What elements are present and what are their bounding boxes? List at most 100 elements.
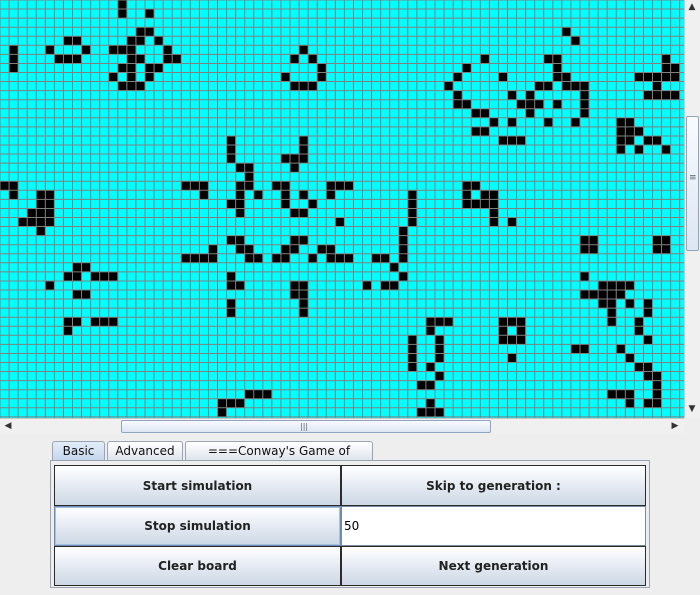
live-cell[interactable] <box>471 126 481 136</box>
live-cell[interactable] <box>453 72 463 82</box>
live-cell[interactable] <box>425 398 435 408</box>
live-cell[interactable] <box>145 72 155 82</box>
live-cell[interactable] <box>570 81 580 91</box>
live-cell[interactable] <box>516 317 526 327</box>
live-cell[interactable] <box>135 27 145 37</box>
live-cell[interactable] <box>108 72 118 82</box>
live-cell[interactable] <box>299 299 309 309</box>
live-cell[interactable] <box>299 81 309 91</box>
live-cell[interactable] <box>280 154 290 164</box>
live-cell[interactable] <box>335 253 345 263</box>
live-cell[interactable] <box>299 135 309 145</box>
live-cell[interactable] <box>45 190 55 200</box>
live-cell[interactable] <box>507 90 517 100</box>
live-cell[interactable] <box>317 63 327 73</box>
live-cell[interactable] <box>99 317 109 327</box>
live-cell[interactable] <box>407 217 417 227</box>
live-cell[interactable] <box>416 380 426 390</box>
live-cell[interactable] <box>561 72 571 82</box>
vertical-scroll-thumb[interactable]: ≡ <box>686 116 699 251</box>
live-cell[interactable] <box>226 280 236 290</box>
live-cell[interactable] <box>244 181 254 191</box>
live-cell[interactable] <box>108 45 118 55</box>
live-cell[interactable] <box>652 398 662 408</box>
live-cell[interactable] <box>299 190 309 200</box>
live-cell[interactable] <box>36 199 46 209</box>
live-cell[interactable] <box>335 217 345 227</box>
live-cell[interactable] <box>36 226 46 236</box>
live-cell[interactable] <box>525 90 535 100</box>
live-cell[interactable] <box>489 208 499 218</box>
live-cell[interactable] <box>226 199 236 209</box>
live-cell[interactable] <box>480 108 490 118</box>
live-cell[interactable] <box>543 54 553 64</box>
live-cell[interactable] <box>63 36 73 46</box>
live-cell[interactable] <box>498 335 508 345</box>
live-cell[interactable] <box>580 81 590 91</box>
live-cell[interactable] <box>498 72 508 82</box>
live-cell[interactable] <box>652 90 662 100</box>
live-cell[interactable] <box>407 335 417 345</box>
live-cell[interactable] <box>199 253 209 263</box>
live-cell[interactable] <box>45 45 55 55</box>
live-cell[interactable] <box>308 199 318 209</box>
live-cell[interactable] <box>507 353 517 363</box>
live-cell[interactable] <box>126 81 136 91</box>
live-cell[interactable] <box>280 199 290 209</box>
live-cell[interactable] <box>435 407 445 417</box>
live-cell[interactable] <box>262 389 272 399</box>
live-cell[interactable] <box>634 145 644 155</box>
live-cell[interactable] <box>181 181 191 191</box>
live-cell[interactable] <box>235 235 245 245</box>
live-cell[interactable] <box>534 99 544 109</box>
live-cell[interactable] <box>407 362 417 372</box>
live-cell[interactable] <box>290 290 300 300</box>
scroll-down-arrow-icon[interactable]: ▼ <box>685 402 699 416</box>
live-cell[interactable] <box>27 208 37 218</box>
live-cell[interactable] <box>643 362 653 372</box>
vertical-scrollbar[interactable]: ▲ ≡ ▼ <box>684 0 700 418</box>
live-cell[interactable] <box>226 154 236 164</box>
live-cell[interactable] <box>634 362 644 372</box>
live-cell[interactable] <box>135 54 145 64</box>
live-cell[interactable] <box>290 235 300 245</box>
live-cell[interactable] <box>652 81 662 91</box>
live-cell[interactable] <box>407 199 417 209</box>
live-cell[interactable] <box>280 190 290 200</box>
live-cell[interactable] <box>117 63 127 73</box>
live-cell[interactable] <box>371 253 381 263</box>
live-cell[interactable] <box>453 90 463 100</box>
next-generation-button[interactable]: Next generation <box>341 546 646 586</box>
live-cell[interactable] <box>425 317 435 327</box>
live-cell[interactable] <box>543 117 553 127</box>
generation-input[interactable] <box>341 506 646 546</box>
live-cell[interactable] <box>661 72 671 82</box>
live-cell[interactable] <box>407 208 417 218</box>
live-cell[interactable] <box>462 181 472 191</box>
live-cell[interactable] <box>299 45 309 55</box>
live-cell[interactable] <box>607 308 617 318</box>
live-cell[interactable] <box>145 63 155 73</box>
live-cell[interactable] <box>90 317 100 327</box>
live-cell[interactable] <box>290 154 300 164</box>
live-cell[interactable] <box>299 235 309 245</box>
live-cell[interactable] <box>145 9 155 19</box>
live-cell[interactable] <box>507 317 517 327</box>
board-background[interactable] <box>0 0 684 418</box>
live-cell[interactable] <box>580 290 590 300</box>
live-cell[interactable] <box>489 117 499 127</box>
live-cell[interactable] <box>117 9 127 19</box>
live-cell[interactable] <box>235 280 245 290</box>
live-cell[interactable] <box>299 208 309 218</box>
live-cell[interactable] <box>90 271 100 281</box>
live-cell[interactable] <box>616 135 626 145</box>
scroll-up-arrow-icon[interactable]: ▲ <box>685 0 699 14</box>
live-cell[interactable] <box>643 371 653 381</box>
live-cell[interactable] <box>317 72 327 82</box>
live-cell[interactable] <box>308 253 318 263</box>
live-cell[interactable] <box>326 181 336 191</box>
clear-board-button[interactable]: Clear board <box>54 546 341 586</box>
live-cell[interactable] <box>154 36 164 46</box>
live-cell[interactable] <box>63 326 73 336</box>
live-cell[interactable] <box>444 81 454 91</box>
